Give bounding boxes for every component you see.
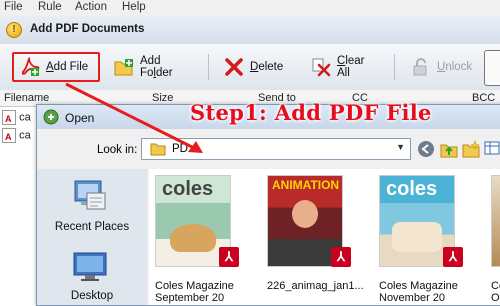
annotation-arrow bbox=[65, 82, 203, 153]
step-annotation: Step1: Add PDF File bbox=[190, 100, 432, 125]
